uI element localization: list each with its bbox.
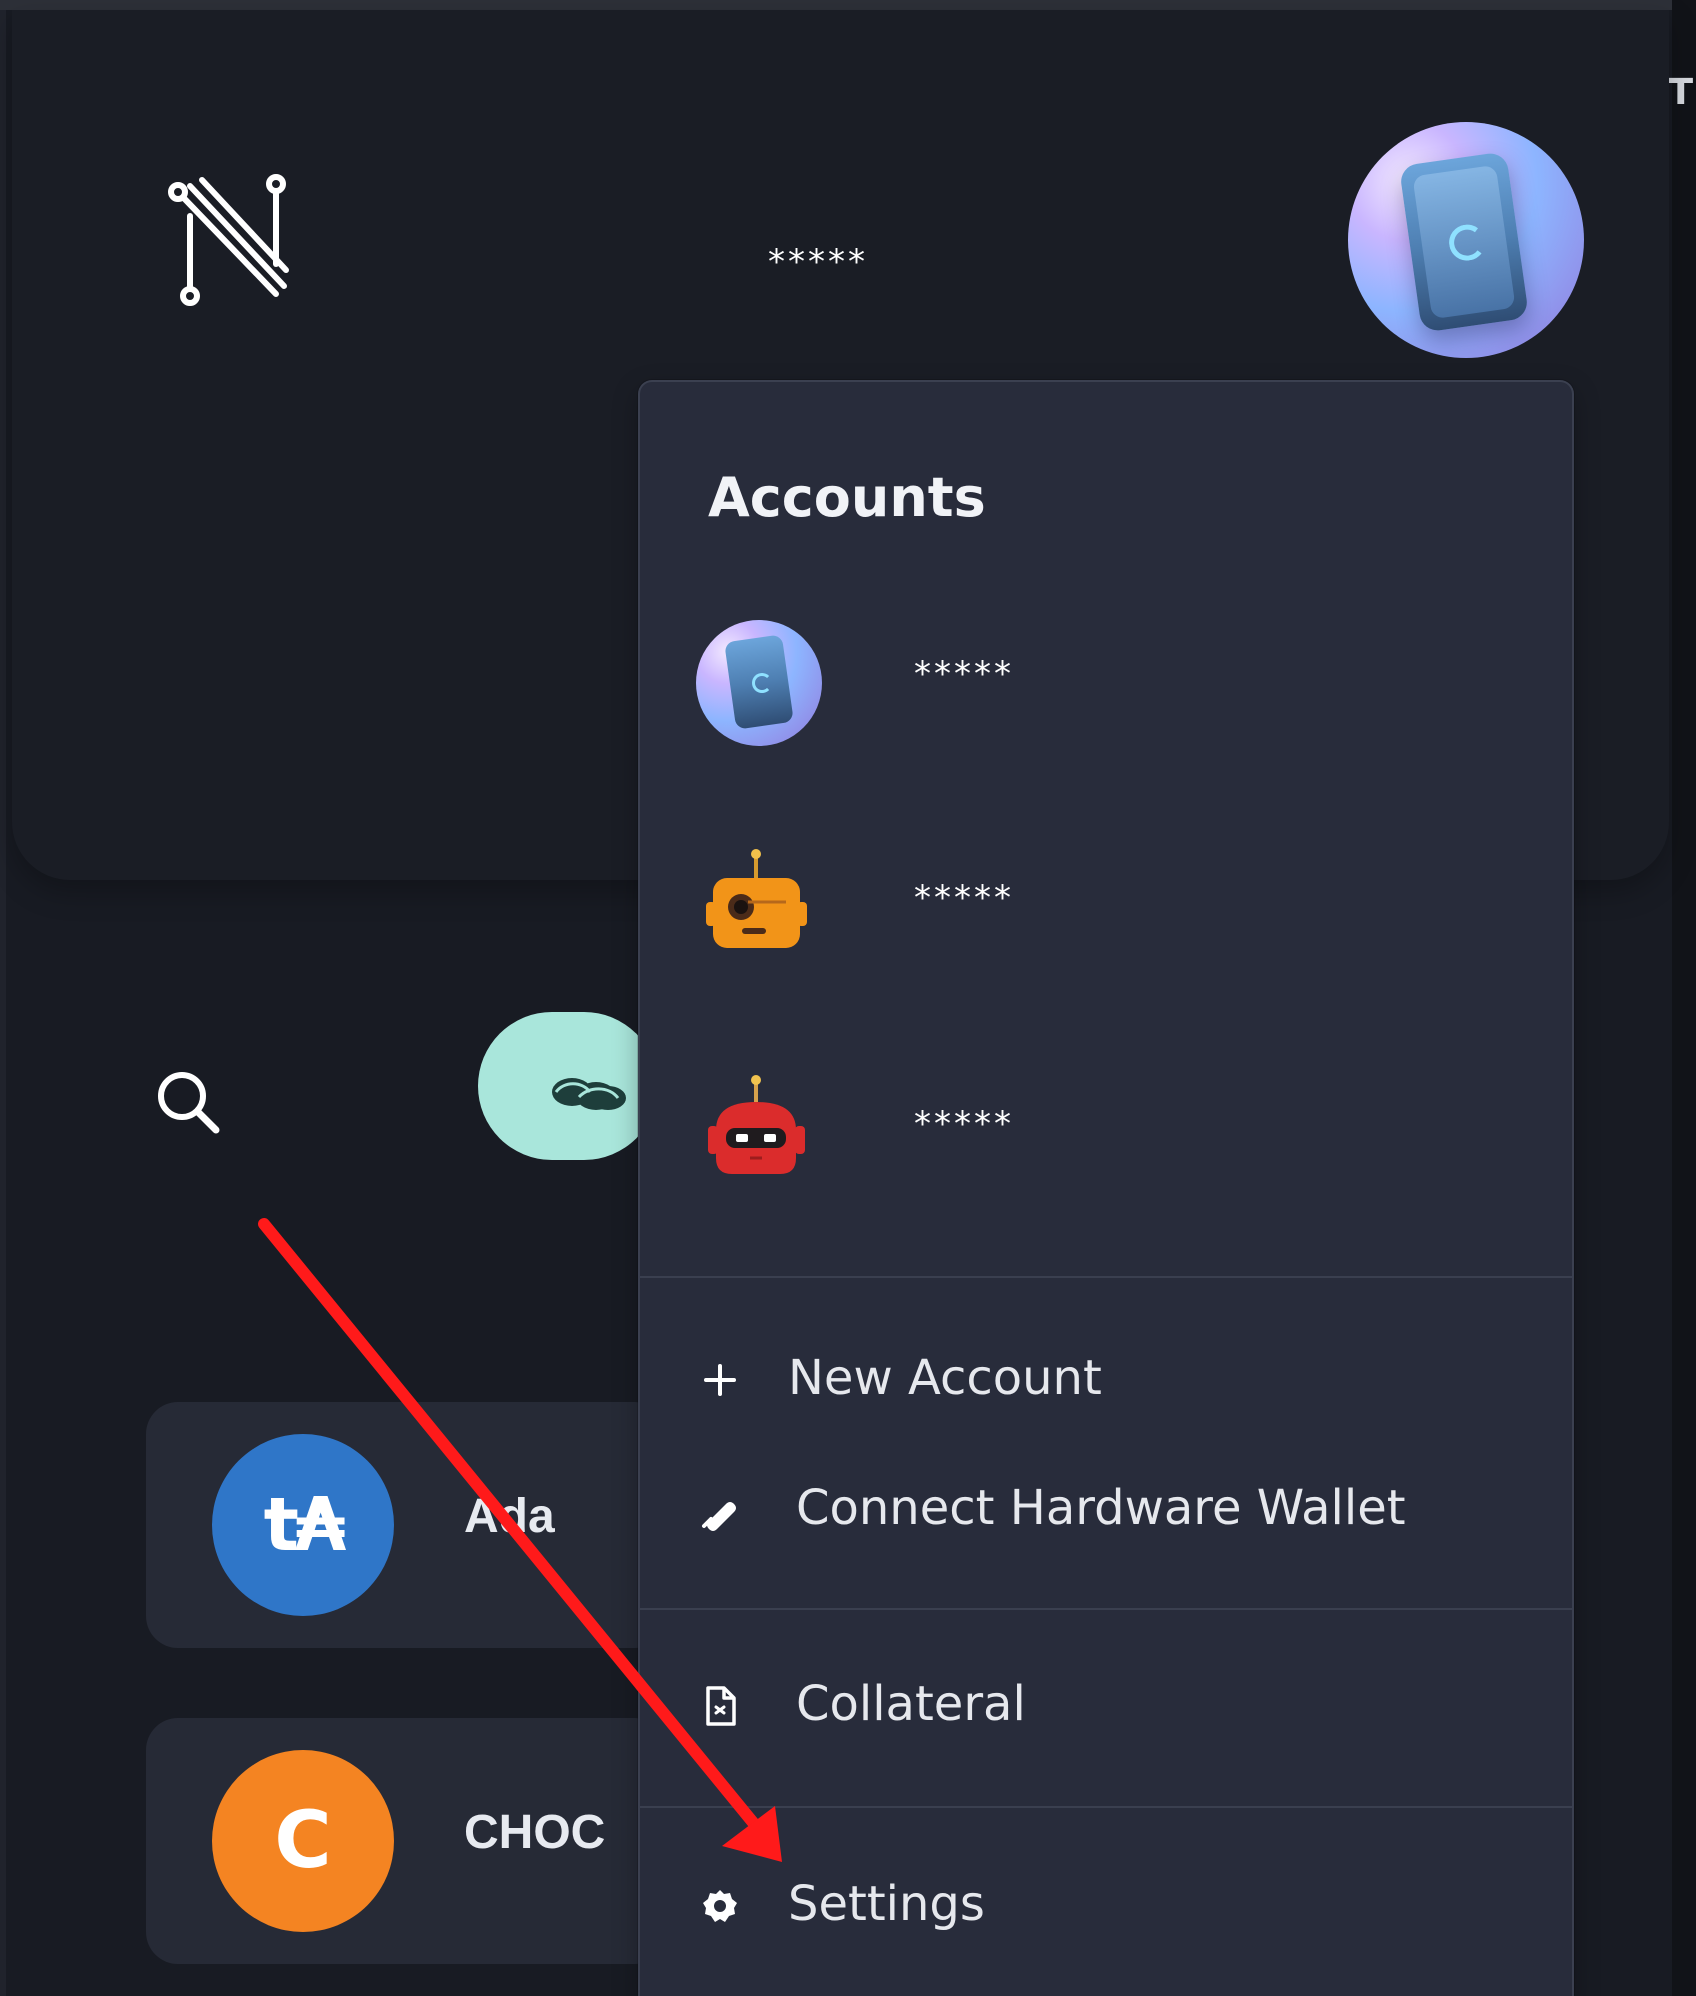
menu-divider: [640, 1806, 1572, 1808]
account-name: *****: [914, 654, 1014, 694]
red-robot-avatar-icon: [708, 1075, 805, 1174]
new-account-label: New Account: [788, 1350, 1102, 1406]
gear-icon: [703, 1890, 737, 1922]
asset-row-choc[interactable]: C CHOC: [146, 1718, 666, 1964]
menu-divider: [640, 1276, 1572, 1278]
nami-logo-icon: [168, 174, 289, 306]
connect-hardware-wallet-label: Connect Hardware Wallet: [796, 1480, 1406, 1536]
settings-item[interactable]: Settings: [640, 1868, 1572, 1950]
choc-token-icon: C: [212, 1750, 394, 1932]
ada-token-icon: t₳: [212, 1434, 394, 1616]
phone-avatar-icon: [696, 620, 822, 746]
menu-divider: [640, 1608, 1572, 1610]
account-name: *****: [914, 878, 1014, 918]
phone-avatar-icon: [1398, 151, 1530, 333]
app-viewport: ST ***** t₳: [0, 0, 1696, 1996]
right-edge-strip: ST: [1642, 0, 1696, 1996]
plus-icon: [704, 1364, 736, 1396]
asset-row-ada[interactable]: t₳ Ada: [146, 1402, 666, 1648]
account-name: *****: [914, 1104, 1014, 1144]
top-border: [0, 0, 1696, 10]
coins-icon: [552, 1078, 626, 1110]
search-icon[interactable]: [152, 1066, 222, 1136]
document-icon: [706, 1686, 736, 1726]
account-row[interactable]: *****: [640, 1070, 1572, 1210]
current-account-avatar[interactable]: [1348, 122, 1584, 358]
collateral-item[interactable]: Collateral: [640, 1668, 1572, 1750]
orange-robot-avatar-icon: [706, 849, 807, 948]
connect-hardware-wallet-item[interactable]: Connect Hardware Wallet: [640, 1472, 1572, 1554]
accounts-dropdown: Accounts ***** ***** ***** New Account C…: [638, 380, 1574, 1996]
settings-label: Settings: [788, 1876, 985, 1932]
asset-name: Ada: [464, 1490, 555, 1543]
accounts-title: Accounts: [708, 466, 986, 529]
collateral-label: Collateral: [796, 1676, 1026, 1732]
usb-device-icon: [702, 1502, 736, 1531]
account-row[interactable]: *****: [640, 844, 1572, 984]
new-account-item[interactable]: New Account: [640, 1342, 1572, 1424]
account-row[interactable]: *****: [640, 620, 1572, 760]
current-account-name: *****: [768, 242, 868, 282]
asset-name: CHOC: [464, 1806, 606, 1859]
